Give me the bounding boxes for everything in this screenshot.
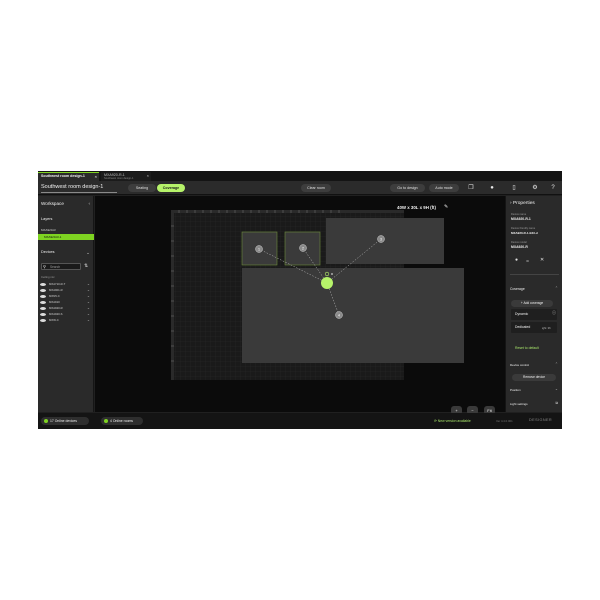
add-coverage-button[interactable]: + Add coverage <box>511 300 553 307</box>
properties-title: › Properties <box>510 201 535 206</box>
chevron-down-icon[interactable]: ⌄ <box>87 317 90 323</box>
room-layout[interactable]: 1 2 3 4 <box>95 196 505 412</box>
gear-icon[interactable]: ⚙ <box>531 184 539 192</box>
coverage-zone-4[interactable] <box>242 268 464 363</box>
chevron-up-icon[interactable]: ⌃ <box>555 286 558 290</box>
mute-icon[interactable]: ✕ <box>540 257 544 263</box>
online-devices-pill[interactable]: 17 Online devices <box>41 417 89 425</box>
device-icon <box>40 288 46 292</box>
coverage-section-heading: Coverage <box>510 287 525 291</box>
talker-marker-2[interactable]: 2 <box>299 244 307 252</box>
status-dot-icon <box>104 419 108 423</box>
new-version-link[interactable]: ⟳ New version available <box>434 419 471 423</box>
device-name-value[interactable]: MXA920-R-1 <box>511 217 531 221</box>
device-icon <box>40 294 46 298</box>
ruler-top <box>171 210 404 213</box>
device-icon <box>40 300 46 304</box>
chevron-down-icon[interactable]: ⌄ <box>555 387 558 391</box>
layer-item[interactable]: MXA920-R <box>38 227 94 233</box>
help-icon[interactable]: ? <box>549 184 557 192</box>
device-model-value: MXA920-R <box>511 245 528 249</box>
remove-device-button[interactable]: Remove device <box>512 374 556 381</box>
layer-item-label: MXA920-R <box>41 228 56 232</box>
info-icon[interactable]: ⓘ <box>552 310 556 316</box>
design-canvas[interactable]: 1 2 3 4 40W x 30L x 9H (ft) ✎ + − Fit <box>95 196 505 415</box>
coverage-mode-button[interactable]: Coverage <box>157 184 185 192</box>
id-icon[interactable]: ID <box>526 259 529 263</box>
device-icon <box>40 312 46 316</box>
clear-room-button[interactable]: Clear room <box>301 184 331 192</box>
tab-strip: Southwest room design-1 × MXA920-R-1 Sou… <box>38 171 562 181</box>
filter-icon[interactable]: ⇅ <box>84 263 88 269</box>
coverage-dynamic-option[interactable]: Dynamic <box>511 309 557 320</box>
device-name-label: Device name <box>511 213 527 216</box>
brand-logo: DESIGNER <box>529 418 553 422</box>
light-settings-heading: Light settings <box>510 402 528 406</box>
status-bar: 17 Online devices 4 Online rooms ⟳ New v… <box>38 413 562 429</box>
svg-text:4: 4 <box>338 314 340 318</box>
device-search-input[interactable]: Search <box>41 263 81 270</box>
tab-design-label: Southwest room design-1 <box>41 174 85 178</box>
talker-marker-3[interactable]: 3 <box>377 235 385 243</box>
version-text: Ver 4.4.0.001 <box>496 419 513 423</box>
room-dimensions-label: 40W x 30L x 9H (ft) <box>397 205 436 210</box>
design-name-underline <box>41 191 117 193</box>
open-external-icon[interactable]: ⧉ <box>555 401 558 405</box>
talker-marker-4[interactable]: 4 <box>335 311 343 319</box>
layer-item-label: MXA920-R-1 <box>44 235 62 239</box>
app-window: Southwest room design-1 × MXA920-R-1 Sou… <box>38 171 562 429</box>
divider <box>510 274 559 275</box>
friendly-name-value[interactable]: MXA920-R-1-E23-d <box>511 231 538 235</box>
device-icon <box>40 306 46 310</box>
device-section-label: Ceiling mic <box>41 275 55 279</box>
device-list-item[interactable]: MXW-C ⌄ <box>38 317 94 323</box>
svg-text:1: 1 <box>258 248 260 252</box>
svg-text:2: 2 <box>302 247 304 251</box>
dedicated-note: ight: 3ft <box>542 327 551 330</box>
auto-mode-button[interactable]: Auto mode <box>429 184 459 192</box>
ruler-left <box>171 210 174 380</box>
close-icon[interactable]: × <box>147 174 149 178</box>
reset-to-default-link[interactable]: Reset to default <box>515 346 539 350</box>
chevron-up-icon[interactable]: ⌃ <box>555 362 558 366</box>
device-model-label: Device model <box>511 241 527 244</box>
chevron-down-icon[interactable]: ⌄ <box>86 250 90 256</box>
status-dot-icon <box>44 419 48 423</box>
friendly-name-label: Device friendly name <box>511 227 536 230</box>
close-icon[interactable]: × <box>95 175 97 179</box>
copy-icon[interactable]: ❐ <box>467 184 475 192</box>
device-icon <box>40 282 46 286</box>
svg-text:3: 3 <box>380 238 382 242</box>
position-heading: Position <box>510 388 521 392</box>
seating-mode-button[interactable]: Seating <box>128 184 156 192</box>
devices-heading: Devices <box>41 250 55 254</box>
collapse-chevron-icon[interactable]: ‹ <box>88 201 90 206</box>
search-icon: ⚲ <box>43 264 46 269</box>
layer-item-selected[interactable]: MXA920-R-1 <box>38 234 94 240</box>
online-rooms-pill[interactable]: 4 Online rooms <box>101 417 143 425</box>
microphone-icon[interactable]: ● <box>488 184 496 192</box>
device-control-heading: Device control <box>510 363 530 367</box>
edit-pencil-icon[interactable]: ✎ <box>444 204 448 210</box>
tab-device[interactable]: MXA920-R-1 Southwest room design-1 × <box>101 172 151 181</box>
tab-design[interactable]: Southwest room design-1 × <box>38 172 99 181</box>
go-to-design-button[interactable]: Go to design <box>390 184 425 192</box>
talker-marker-1[interactable]: 1 <box>255 245 263 253</box>
coverage-zone-3[interactable] <box>326 218 444 264</box>
workspace-heading: Workspace <box>41 201 64 206</box>
mic-icon[interactable]: ● <box>515 257 518 263</box>
export-icon[interactable]: ▯ <box>510 184 518 192</box>
design-name-field[interactable]: Southwest room design-1 <box>41 184 103 190</box>
layers-heading: Layers <box>41 217 53 221</box>
device-icon <box>40 318 46 322</box>
toolbar: Southwest room design-1 Seating Coverage… <box>38 181 562 195</box>
left-sidebar: Workspace ‹ Layers MXA920-R MXA920-R-1 D… <box>38 196 94 412</box>
properties-panel: › Properties Device name MXA920-R-1 Devi… <box>505 196 562 412</box>
